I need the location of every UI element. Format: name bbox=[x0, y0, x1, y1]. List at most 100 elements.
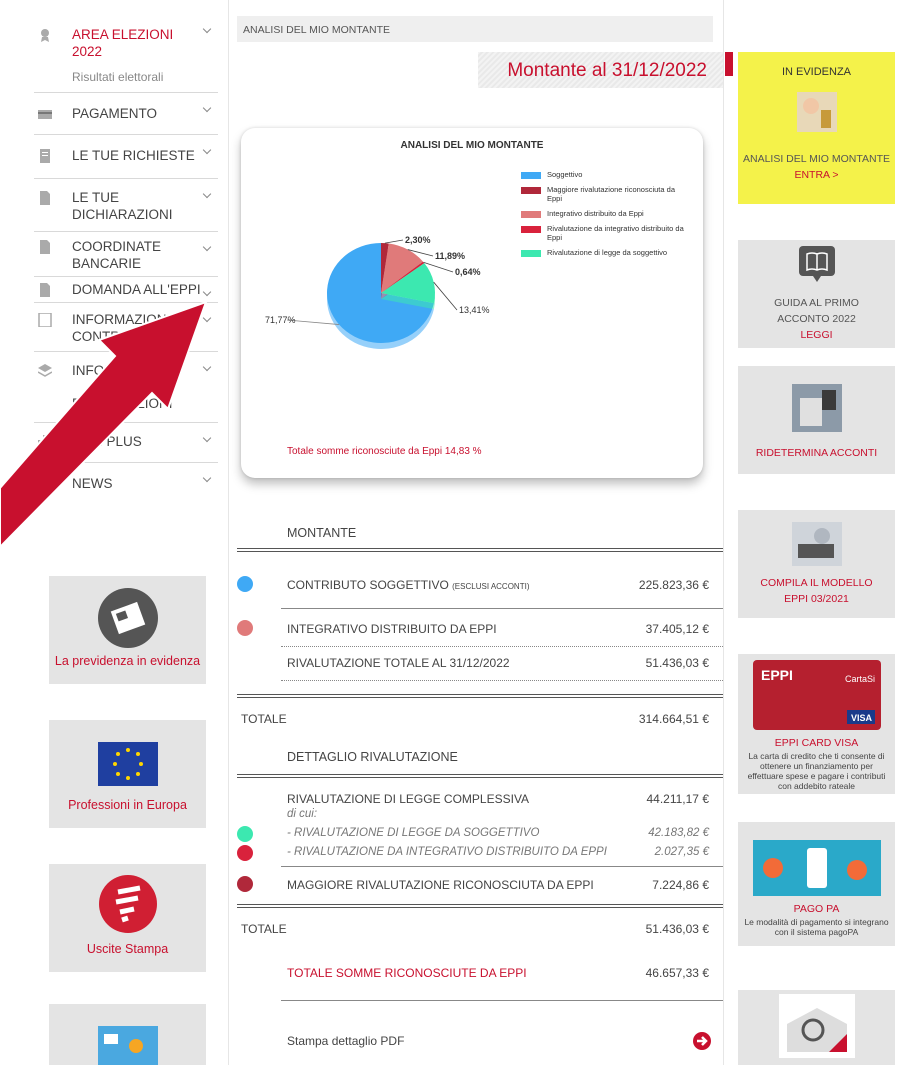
row-label: RIVALUTAZIONE TOTALE AL 31/12/2022 bbox=[287, 656, 510, 670]
compila-line1[interactable]: COMPILA IL MODELLO bbox=[738, 575, 895, 591]
eu-flag-icon bbox=[97, 742, 158, 786]
chevron-down-icon[interactable] bbox=[202, 242, 212, 252]
row-value: 314.664,51 € bbox=[638, 712, 709, 726]
divider bbox=[281, 680, 723, 681]
chevron-down-icon[interactable] bbox=[202, 362, 212, 372]
chevron-down-icon[interactable] bbox=[202, 313, 212, 323]
card-box[interactable]: EPPI CartaSi VISA EPPI CARD VISA La carta … bbox=[738, 654, 895, 794]
sidebar-item-eppi-plus[interactable]: EPPI PLUS bbox=[34, 423, 218, 463]
sidebar-item-coordinate[interactable]: COORDINATE BANCARIE bbox=[34, 232, 218, 277]
newspaper-icon bbox=[97, 588, 158, 648]
sidebar-item-news[interactable]: NEWS bbox=[34, 463, 218, 500]
sidebar-item-label: COORDINATE BANCARIE bbox=[72, 239, 162, 271]
chart-card: ANALISI DEL MIO MONTANTE 71,77% 2,30% 11,8… bbox=[241, 128, 703, 478]
chevron-down-icon[interactable] bbox=[202, 473, 212, 483]
promo-previdenza[interactable]: La previdenza in evidenza bbox=[49, 576, 206, 684]
pie-label: 2,30% bbox=[405, 235, 431, 245]
sidebar-sublink-risultati[interactable]: Risultati elettorali bbox=[72, 70, 202, 84]
sidebar-item-informazioni-contributi[interactable]: INFORMAZIONI SUI CONTRIBUTI bbox=[34, 303, 218, 352]
plus-icon bbox=[38, 435, 52, 449]
sidebar-item-informazioni-dichiarazioni[interactable]: INFORMAZIONI DICHIARAZIONI bbox=[34, 352, 218, 423]
chevron-down-icon[interactable] bbox=[202, 103, 212, 113]
calculator-icon bbox=[791, 384, 842, 432]
pie-label: 11,89% bbox=[435, 251, 465, 261]
ridetermina-link[interactable]: RIDETERMINA ACCONTI bbox=[738, 445, 895, 461]
breadcrumb: ANALISI DEL MIO MONTANTE bbox=[237, 16, 713, 42]
pie-chart: 71,77% 2,30% 11,89% 0,64% 13,41% bbox=[265, 235, 490, 349]
row-dicui: di cui: bbox=[287, 808, 318, 820]
chevron-down-icon[interactable] bbox=[202, 24, 212, 34]
sidebar-item-label: LE TUE DICHIARAZIONI bbox=[72, 190, 173, 222]
list-icon bbox=[38, 312, 52, 328]
row-contributo-soggettivo: CONTRIBUTO SOGGETTIVO (ESCLUSI ACCONTI) … bbox=[287, 578, 709, 592]
dettaglio-heading: DETTAGLIO RIVALUTAZIONE bbox=[287, 750, 458, 764]
legend-swatch bbox=[521, 172, 541, 179]
document-icon bbox=[38, 149, 52, 163]
sidebar-item-domanda[interactable]: DOMANDA ALL'EPPI bbox=[34, 277, 218, 303]
row-totale-rivalutazione: TOTALE 51.436,03 € bbox=[241, 922, 709, 936]
integrativo-dot bbox=[237, 620, 253, 636]
pagopa-title[interactable]: PAGO PA bbox=[738, 901, 895, 917]
row-label: TOTALE SOMME RICONOSCIUTE DA EPPI bbox=[287, 966, 527, 980]
card-desc: La carta di credito che ti consente di o… bbox=[747, 751, 886, 791]
row-label: TOTALE bbox=[241, 922, 287, 936]
row-value: 51.436,03 € bbox=[645, 922, 709, 936]
credit-card-icon: EPPI CartaSi VISA bbox=[752, 660, 881, 730]
row-value: 225.823,36 € bbox=[638, 578, 709, 592]
compila-line2[interactable]: EPPI 03/2021 bbox=[738, 591, 895, 607]
guida-link[interactable]: LEGGI bbox=[738, 327, 895, 343]
legend-label: Maggiore rivalutazione riconosciuta da E… bbox=[547, 185, 675, 203]
sidebar-item-label: INFORMAZIONI SUI CONTRIBUTI bbox=[72, 312, 197, 344]
chart-footer: Totale somme riconosciute da Eppi 14,83 … bbox=[287, 446, 482, 457]
maggiore-dot bbox=[237, 876, 253, 892]
pagopa-box[interactable]: PAGO PA Le modalità di pagamento si inte… bbox=[738, 822, 895, 946]
row-note: (ESCLUSI ACCONTI) bbox=[452, 582, 530, 591]
sidebar-item-dichiarazioni[interactable]: LE TUE DICHIARAZIONI bbox=[34, 179, 218, 232]
pec-box[interactable] bbox=[738, 990, 895, 1065]
legend-item: Maggiore rivalutazione riconosciuta da E… bbox=[521, 185, 691, 203]
payment-icon bbox=[752, 840, 881, 896]
legend-item: Integrativo distribuito da Eppi bbox=[521, 209, 691, 218]
evidenza-link[interactable]: ENTRA > bbox=[738, 167, 895, 183]
ridetermina-box[interactable]: RIDETERMINA ACCONTI bbox=[738, 366, 895, 474]
pie-label: 0,64% bbox=[455, 267, 481, 277]
row-value: 44.211,17 € bbox=[646, 792, 709, 806]
divider bbox=[237, 904, 723, 908]
chevron-down-icon[interactable] bbox=[202, 287, 212, 297]
guida-box[interactable]: GUIDA AL PRIMO ACCONTO 2022 LEGGI bbox=[738, 240, 895, 348]
promo-infographic[interactable] bbox=[49, 1004, 206, 1065]
sidebar-item-richieste[interactable]: LE TUE RICHIESTE bbox=[34, 135, 218, 179]
sidebar-item-area-elezioni[interactable]: AREA ELEZIONI 2022 Risultati elettorali bbox=[34, 14, 218, 93]
promo-europa[interactable]: Professioni in Europa bbox=[49, 720, 206, 828]
compila-box[interactable]: COMPILA IL MODELLO EPPI 03/2021 bbox=[738, 510, 895, 618]
card-title[interactable]: EPPI CARD VISA bbox=[738, 735, 895, 751]
sidebar-item-label: AREA ELEZIONI 2022 bbox=[72, 27, 174, 59]
sidebar-item-pagamento[interactable]: PAGAMENTO bbox=[34, 93, 218, 135]
coins-icon bbox=[796, 92, 837, 132]
chevron-down-icon[interactable] bbox=[202, 145, 212, 155]
row-value: 42.183,82 € bbox=[648, 827, 709, 839]
promo-label: La previdenza in evidenza bbox=[54, 654, 201, 668]
row-value: 2.027,35 € bbox=[654, 846, 709, 858]
divider bbox=[281, 646, 723, 647]
chevron-down-icon[interactable] bbox=[202, 433, 212, 443]
pec-mail-icon bbox=[778, 994, 855, 1058]
stampa-pdf-link[interactable]: Stampa dettaglio PDF bbox=[287, 1034, 709, 1048]
chevron-down-icon[interactable] bbox=[202, 189, 212, 199]
file-icon bbox=[38, 283, 52, 297]
legend-swatch bbox=[521, 187, 541, 194]
row-integrativo: INTEGRATIVO DISTRIBUITO DA EPPI 37.405,1… bbox=[287, 622, 709, 636]
row-label: - RIVALUTAZIONE DI LEGGE DA SOGGETTIVO bbox=[287, 827, 540, 839]
row-rivalutazione-legge: RIVALUTAZIONE DI LEGGE COMPLESSIVA 44.21… bbox=[287, 792, 709, 806]
promo-label: Professioni in Europa bbox=[68, 798, 187, 812]
row-totale: TOTALE 314.664,51 € bbox=[241, 712, 709, 726]
svg-text:EPPI: EPPI bbox=[761, 667, 793, 683]
legend-swatch bbox=[521, 250, 541, 257]
people-icon bbox=[38, 477, 54, 491]
legend-label: Rivalutazione di legge da soggettivo bbox=[547, 248, 668, 257]
promo-uscite-stampa[interactable]: Uscite Stampa bbox=[49, 864, 206, 972]
evidenza-box[interactable]: IN EVIDENZA ANALISI DEL MIO MONTANTE ENT… bbox=[738, 52, 895, 204]
legend-item: Rivalutazione da integrativo distribuito… bbox=[521, 224, 691, 242]
row-label: INTEGRATIVO DISTRIBUITO DA EPPI bbox=[287, 622, 497, 636]
arrow-right-circle-icon[interactable] bbox=[693, 1032, 711, 1050]
